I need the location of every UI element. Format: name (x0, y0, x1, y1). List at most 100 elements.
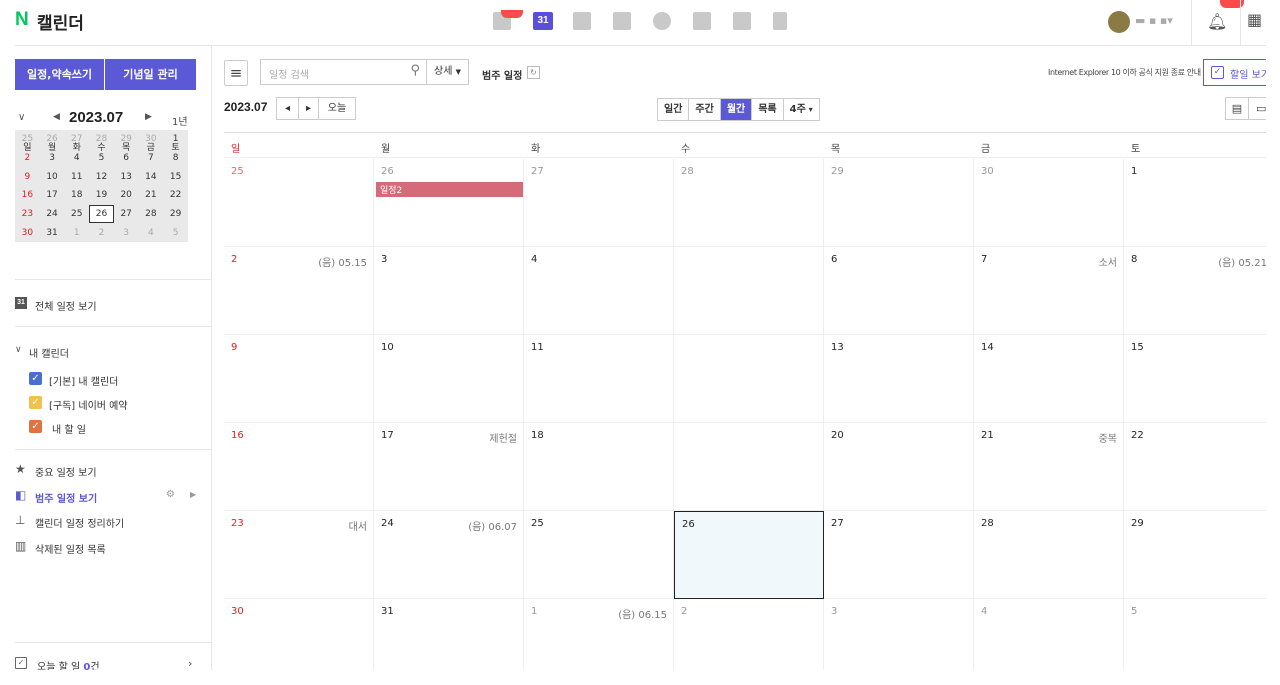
search-icon[interactable]: ⚲ (410, 63, 420, 78)
day-cell[interactable]: 21 중복 (974, 423, 1124, 511)
view-tab[interactable]: 일간 (658, 99, 690, 120)
refresh-icon[interactable]: ↻ (527, 66, 540, 79)
day-cell[interactable]: 30 (974, 159, 1124, 247)
calendar-app-icon[interactable]: 31 (533, 12, 553, 30)
mini-day[interactable]: 22 (163, 186, 188, 205)
next-month-button[interactable]: ▸ (299, 98, 319, 119)
avatar[interactable] (1108, 11, 1130, 33)
day-cell[interactable]: 2 (674, 599, 824, 670)
ie-notice-link[interactable]: Internet Explorer 10 이하 공식 지원 종료 안내 (1048, 67, 1201, 78)
sidebar-menu-item[interactable]: ★ 중요 일정 보기 (15, 462, 212, 480)
all-schedule-link[interactable]: 31 전체 일정 보기 (15, 296, 212, 314)
day-cell[interactable]: 20 (824, 423, 974, 511)
menu-icon[interactable]: ≡ (224, 60, 248, 86)
calendar-item[interactable]: ✓ 내 할 일 (15, 419, 212, 437)
sidebar-menu-item[interactable]: ▥ 삭제된 일정 목록 (15, 539, 212, 557)
day-cell[interactable]: 8 (음) 05.21 (1124, 247, 1266, 335)
day-cell[interactable]: 6 (824, 247, 974, 335)
day-cell[interactable] (674, 423, 824, 511)
day-cell[interactable]: 31 (374, 599, 524, 670)
mini-day[interactable]: 15 (163, 167, 188, 187)
calendar-item[interactable]: ✓ [구독] 네이버 예약 (15, 395, 212, 413)
day-cell[interactable]: 25 (524, 511, 674, 599)
day-cell[interactable]: 1 (음) 06.15 (524, 599, 674, 670)
day-cell[interactable]: 11 (524, 335, 674, 423)
mini-day[interactable]: 27 (113, 204, 139, 224)
view-tab[interactable]: 월간 (720, 99, 753, 120)
day-cell[interactable]: 27 (524, 159, 674, 247)
day-cell[interactable]: 26 일정2 (374, 159, 524, 247)
mini-day[interactable]: 9 (15, 167, 40, 187)
day-cell[interactable]: 29 (1124, 511, 1266, 599)
office-icon[interactable] (693, 12, 711, 30)
apps-grid-icon[interactable]: ▦ (1247, 10, 1262, 29)
day-cell[interactable]: 7 소서 (974, 247, 1124, 335)
mini-day[interactable]: 23 (15, 204, 40, 224)
contacts-icon[interactable] (613, 12, 631, 30)
mini-day[interactable]: 20 (113, 186, 139, 205)
day-cell[interactable]: 4 (524, 247, 674, 335)
mini-day[interactable]: 30 (15, 223, 40, 243)
mini-day[interactable]: 10 (39, 167, 65, 187)
mini-day[interactable]: 13 (113, 167, 139, 187)
layout-icon[interactable]: ▭ (1249, 97, 1266, 120)
day-cell[interactable]: 24 (음) 06.07 (374, 511, 524, 599)
day-cell[interactable]: 25 (224, 159, 374, 247)
create-schedule-button[interactable]: 일정,약속쓰기 (15, 59, 104, 90)
mini-day[interactable]: 29 (163, 204, 188, 224)
day-cell[interactable]: 4 (974, 599, 1124, 670)
naver-logo[interactable]: N (15, 9, 29, 31)
chevron-right-icon[interactable]: ▶ (190, 490, 196, 499)
memo-icon[interactable] (573, 12, 591, 30)
search-input[interactable]: 일정 검색 ⚲ (260, 59, 427, 85)
day-cell[interactable]: 16 (224, 423, 374, 511)
bookmark-icon[interactable] (773, 12, 787, 30)
day-cell[interactable]: 3 (824, 599, 974, 670)
day-cell[interactable] (674, 247, 824, 335)
day-cell[interactable]: 2 (음) 05.15 (224, 247, 374, 335)
print-icon[interactable]: ▤ (1225, 97, 1249, 120)
mini-day[interactable]: 14 (138, 167, 164, 187)
service-title[interactable]: 캘린더 (37, 9, 84, 34)
chevron-down-icon[interactable]: ∨ (18, 112, 25, 123)
day-cell[interactable]: 5 (1124, 599, 1266, 670)
schedule-event[interactable]: 일정2 (376, 182, 523, 197)
todo-view-button[interactable]: ✓ 할일 보기 (1203, 59, 1266, 86)
mini-day[interactable]: 17 (39, 186, 65, 205)
view-tab[interactable]: 목록 (752, 99, 784, 120)
mini-day[interactable]: 3 (113, 223, 139, 243)
mini-day[interactable]: 16 (15, 186, 40, 205)
day-cell[interactable]: 17 제헌절 (374, 423, 524, 511)
day-cell[interactable]: 30 (224, 599, 374, 670)
day-cell[interactable]: 28 (974, 511, 1124, 599)
mini-day[interactable]: 26 (89, 204, 114, 224)
mini-day[interactable]: 31 (39, 223, 65, 243)
day-cell[interactable]: 18 (524, 423, 674, 511)
mini-day[interactable]: 1 (64, 223, 90, 243)
view-tab[interactable]: 주간 (689, 99, 721, 120)
prev-month-icon[interactable]: ◀ (53, 112, 60, 122)
day-cell[interactable]: 23 대서 (224, 511, 374, 599)
pay-icon[interactable] (733, 12, 751, 30)
day-cell[interactable]: 9 (224, 335, 374, 423)
mini-day[interactable]: 21 (138, 186, 164, 205)
day-cell[interactable]: 27 (824, 511, 974, 599)
mini-day[interactable]: 18 (64, 186, 90, 205)
mini-day[interactable]: 12 (89, 167, 114, 187)
day-cell-today[interactable]: 26 (674, 511, 824, 599)
day-cell[interactable]: 22 (1124, 423, 1266, 511)
mini-day[interactable]: 28 (138, 204, 164, 224)
day-cell[interactable]: 1 (1124, 159, 1266, 247)
user-name[interactable]: ▬ ▪ ▪▾ (1135, 14, 1173, 27)
my-calendars-header[interactable]: ∨ 내 캘린더 (15, 343, 212, 361)
mini-day[interactable]: 19 (89, 186, 114, 205)
detail-search-dropdown[interactable]: 상세 ▼ (427, 59, 469, 85)
day-cell[interactable] (674, 335, 824, 423)
day-cell[interactable]: 28 (674, 159, 824, 247)
day-cell[interactable]: 15 (1124, 335, 1266, 423)
checkbox-icon[interactable]: ✓ (29, 372, 42, 385)
sidebar-menu-item[interactable]: ⊥ 캘린더 일정 정리하기 (15, 513, 212, 531)
today-todo-link[interactable]: ✓ 오늘 할 일 0건 › (15, 656, 212, 670)
mini-day[interactable]: 4 (138, 223, 164, 243)
bell-icon[interactable]: 🔔︎ (1207, 12, 1227, 31)
